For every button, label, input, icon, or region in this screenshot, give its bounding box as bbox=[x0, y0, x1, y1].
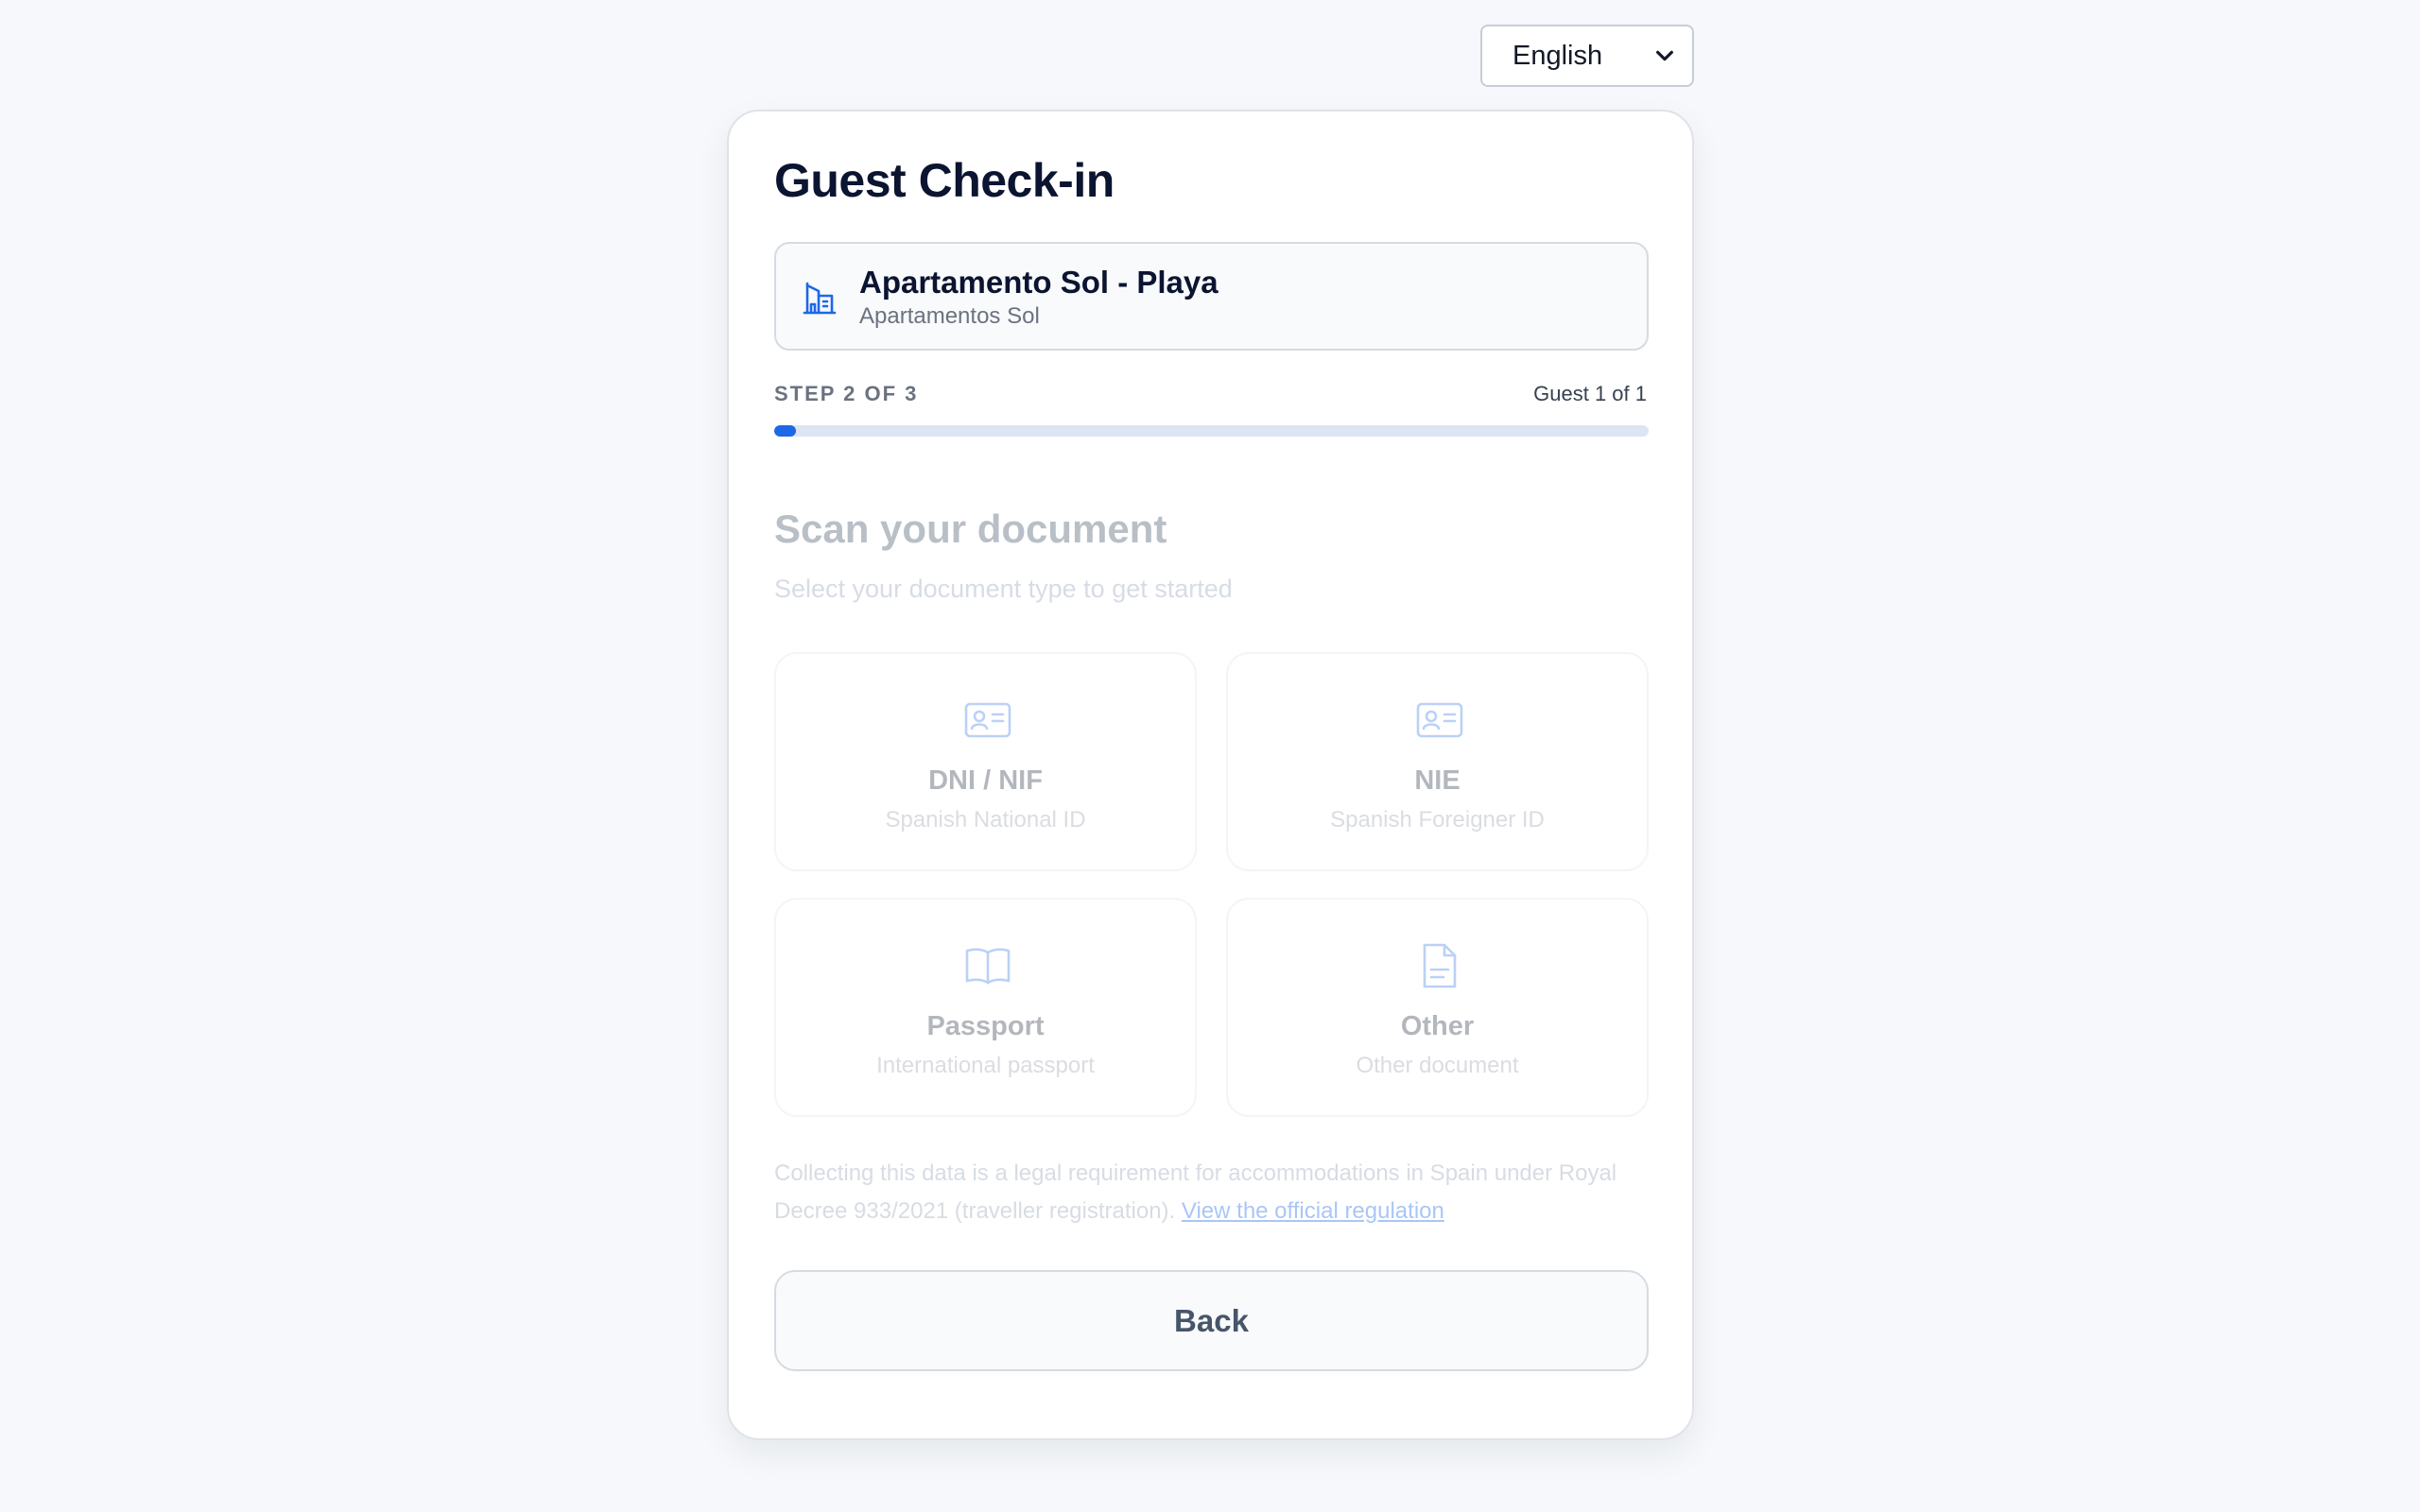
id-card-icon bbox=[964, 702, 1011, 738]
document-option-name: Passport bbox=[926, 1011, 1045, 1041]
document-option-name: Other bbox=[1400, 1011, 1475, 1041]
building-icon bbox=[803, 282, 837, 315]
document-option-name: DNI / NIF bbox=[928, 765, 1043, 796]
chevron-down-icon bbox=[1656, 50, 1673, 61]
document-option-description: Spanish National ID bbox=[885, 807, 1086, 833]
back-button[interactable]: Back bbox=[774, 1270, 1649, 1371]
property-name: Apartamento Sol - Playa bbox=[859, 265, 1219, 300]
document-option-description: Spanish Foreigner ID bbox=[1330, 807, 1545, 833]
id-card-icon bbox=[1416, 702, 1463, 738]
regulation-link[interactable]: View the official regulation bbox=[1182, 1198, 1444, 1224]
file-icon bbox=[1423, 943, 1457, 988]
document-option-passport[interactable]: Passport International passport bbox=[774, 898, 1197, 1117]
document-option-dni[interactable]: DNI / NIF Spanish National ID bbox=[774, 652, 1197, 871]
document-option-other[interactable]: Other Other document bbox=[1226, 898, 1649, 1117]
document-option-name: NIE bbox=[1414, 765, 1461, 796]
section-title: Scan your document bbox=[774, 507, 1167, 551]
step-indicator: STEP 2 OF 3 bbox=[774, 382, 919, 405]
legal-notice: Collecting this data is a legal requirem… bbox=[774, 1155, 1649, 1230]
language-select-value: English bbox=[1512, 40, 1603, 71]
progress-bar-fill bbox=[774, 425, 797, 437]
document-option-description: International passport bbox=[876, 1053, 1095, 1078]
progress-bar bbox=[774, 425, 1649, 437]
language-select[interactable]: English bbox=[1480, 25, 1694, 87]
document-option-description: Other document bbox=[1356, 1053, 1519, 1078]
page-title: Guest Check-in bbox=[774, 154, 1115, 207]
section-subtitle: Select your document type to get started bbox=[774, 575, 1233, 603]
document-option-nie[interactable]: NIE Spanish Foreigner ID bbox=[1226, 652, 1649, 871]
checkin-card: Guest Check-in Apartamento Sol - Playa A… bbox=[727, 110, 1694, 1440]
open-book-icon bbox=[965, 948, 1011, 985]
property-info: Apartamento Sol - Playa Apartamentos Sol bbox=[774, 242, 1649, 351]
property-group: Apartamentos Sol bbox=[859, 303, 1040, 329]
guest-counter: Guest 1 of 1 bbox=[1533, 382, 1647, 405]
